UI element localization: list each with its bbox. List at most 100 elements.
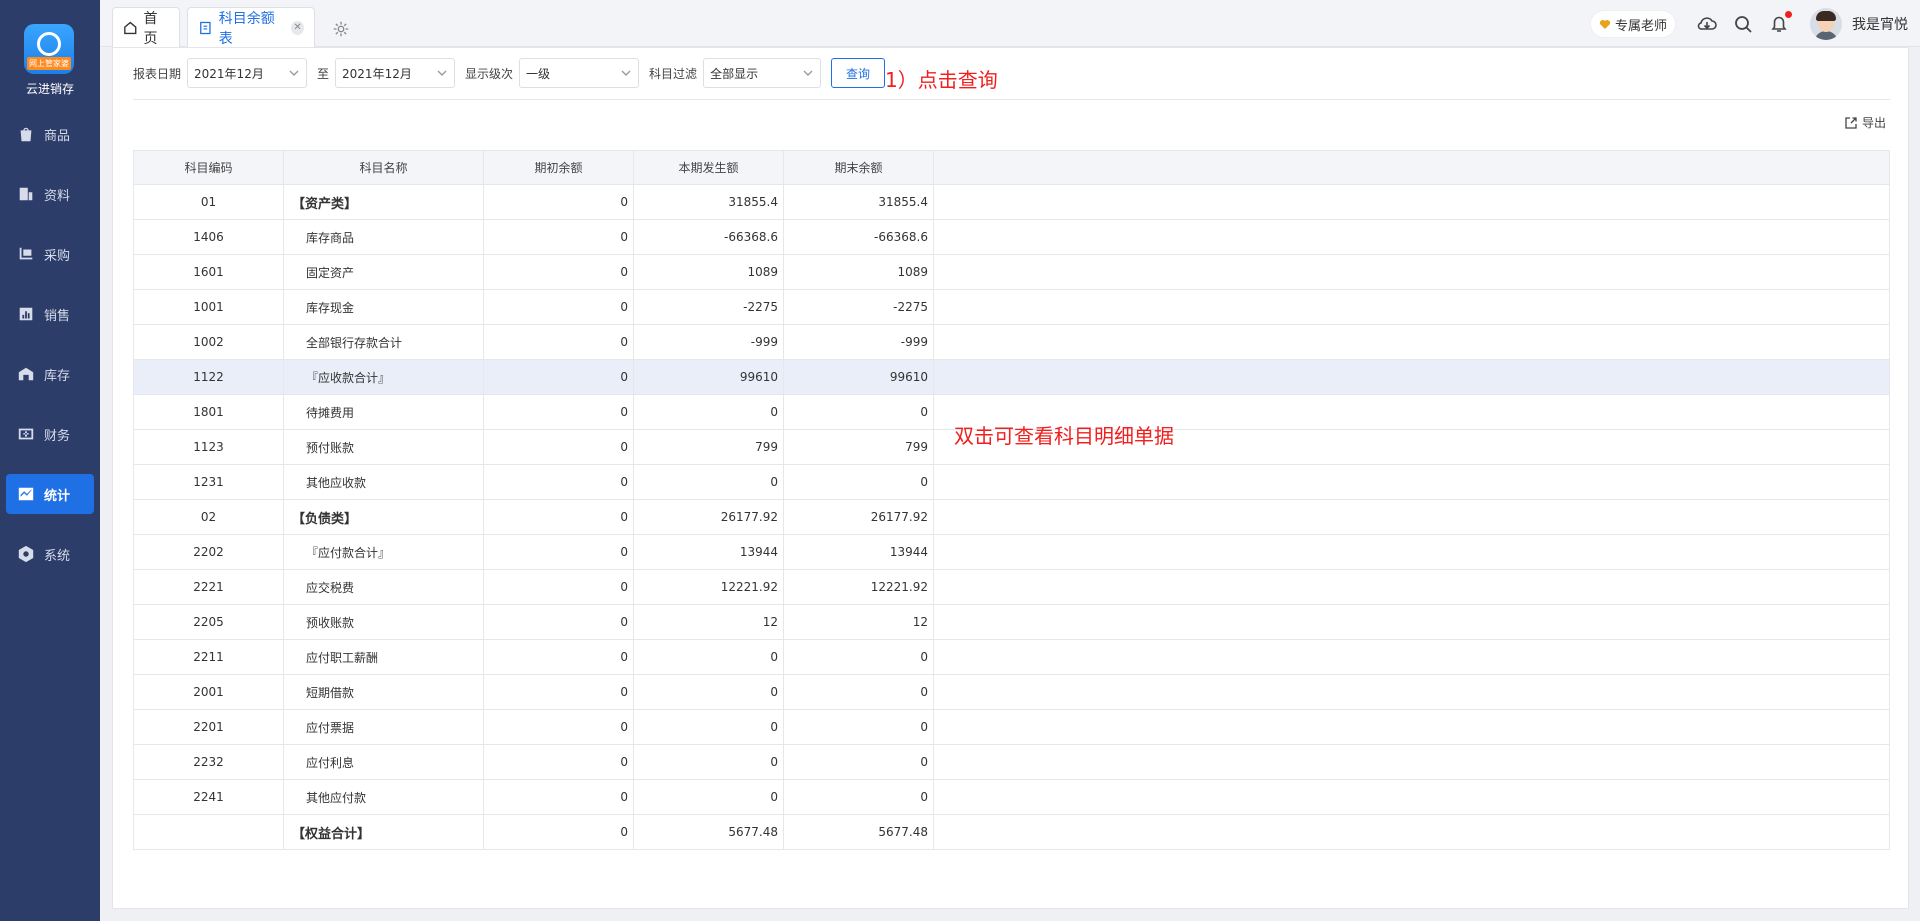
nav-item-finance[interactable]: 财务 <box>6 414 94 454</box>
cell-code: 1406 <box>133 219 284 255</box>
cell-name: 固定资产 <box>283 254 484 290</box>
cell-opening: 0 <box>483 674 634 710</box>
cell-opening: 0 <box>483 254 634 290</box>
cell-closing: 0 <box>783 674 934 710</box>
date-to-select[interactable]: 2021年12月 <box>335 58 456 88</box>
table-row[interactable]: 1122 『应收款合计』 0 99610 99610 <box>133 359 1890 395</box>
header-opening[interactable]: 期初余额 <box>483 150 634 185</box>
main-panel: 报表日期 2021年12月 至 2021年12月 显示级次 一级 科目过滤 全部… <box>112 47 1909 909</box>
table-row[interactable]: 1002 全部银行存款合计 0 -999 -999 <box>133 324 1890 360</box>
username[interactable]: 我是宵悦 <box>1852 14 1908 34</box>
table-row[interactable]: 1406 库存商品 0 -66368.6 -66368.6 <box>133 219 1890 255</box>
cell-closing: 5677.48 <box>783 814 934 850</box>
cell-closing: 0 <box>783 744 934 780</box>
close-icon[interactable]: ✕ <box>291 20 304 35</box>
cell-name: 待摊费用 <box>283 394 484 430</box>
cell-code: 01 <box>133 184 284 220</box>
table-row[interactable]: 02 【负债类】 0 26177.92 26177.92 <box>133 499 1890 535</box>
table-row[interactable]: 2001 短期借款 0 0 0 <box>133 674 1890 710</box>
nav-item-data[interactable]: 资料 <box>6 174 94 214</box>
stats-icon <box>16 484 36 504</box>
cell-change: 0 <box>633 744 784 780</box>
nav-label: 资料 <box>44 188 71 204</box>
tab-account-balance[interactable]: 科目余额表 ✕ <box>187 7 315 47</box>
tab-home[interactable]: 首页 <box>112 7 180 47</box>
chevron-down-icon <box>289 70 299 76</box>
nav-item-purchase[interactable]: 采购 <box>6 234 94 274</box>
cell-change: 31855.4 <box>633 184 784 220</box>
cloud-icon[interactable] <box>1696 13 1718 35</box>
cell-name: 全部银行存款合计 <box>283 324 484 360</box>
cell-spacer <box>933 254 1890 290</box>
chevron-down-icon <box>437 70 447 76</box>
query-button[interactable]: 查询 <box>831 58 886 88</box>
cell-opening: 0 <box>483 429 634 465</box>
cell-name: 『应付款合计』 <box>283 534 484 570</box>
cell-code: 2202 <box>133 534 284 570</box>
gear-icon[interactable] <box>332 20 350 38</box>
nav-label: 库存 <box>44 368 71 384</box>
table-row[interactable]: 2201 应付票据 0 0 0 <box>133 709 1890 745</box>
table-row[interactable]: 2211 应付职工薪酬 0 0 0 <box>133 639 1890 675</box>
nav-item-inventory[interactable]: 库存 <box>6 354 94 394</box>
table-row[interactable]: 1231 其他应收款 0 0 0 <box>133 464 1890 500</box>
header-code[interactable]: 科目编码 <box>133 150 284 185</box>
teacher-button[interactable]: 专属老师 <box>1589 10 1676 38</box>
cell-name: 应付职工薪酬 <box>283 639 484 675</box>
cell-opening: 0 <box>483 394 634 430</box>
cell-opening: 0 <box>483 709 634 745</box>
cell-spacer <box>933 709 1890 745</box>
cell-closing: 13944 <box>783 534 934 570</box>
nav-item-system[interactable]: 系统 <box>6 534 94 574</box>
cell-code: 2211 <box>133 639 284 675</box>
cell-change: 12 <box>633 604 784 640</box>
cell-spacer <box>933 779 1890 815</box>
table-row[interactable]: 2202 『应付款合计』 0 13944 13944 <box>133 534 1890 570</box>
cell-spacer <box>933 184 1890 220</box>
nav-label: 商品 <box>44 128 71 144</box>
cell-spacer <box>933 744 1890 780</box>
cell-spacer <box>933 359 1890 395</box>
table-row[interactable]: 【权益合计】 0 5677.48 5677.48 <box>133 814 1890 850</box>
cell-spacer <box>933 569 1890 605</box>
cell-name: 应付票据 <box>283 709 484 745</box>
app-logo[interactable]: 网上管家婆 <box>24 24 74 74</box>
level-select[interactable]: 一级 <box>519 58 640 88</box>
finance-icon <box>16 424 36 444</box>
cell-closing: 31855.4 <box>783 184 934 220</box>
table-row[interactable]: 1601 固定资产 0 1089 1089 <box>133 254 1890 290</box>
nav-item-statistics[interactable]: 统计 <box>6 474 94 514</box>
cell-opening: 0 <box>483 184 634 220</box>
logo-ribbon: 网上管家婆 <box>27 57 71 70</box>
brand-name: 云进销存 <box>25 82 74 96</box>
table-row[interactable]: 2232 应付利息 0 0 0 <box>133 744 1890 780</box>
cell-code: 2201 <box>133 709 284 745</box>
table-row[interactable]: 01 【资产类】 0 31855.4 31855.4 <box>133 184 1890 220</box>
tab-label: 首页 <box>143 10 158 47</box>
cell-opening: 0 <box>483 499 634 535</box>
header-closing[interactable]: 期末余额 <box>783 150 934 185</box>
cell-closing: 1089 <box>783 254 934 290</box>
nav-item-goods[interactable]: 商品 <box>6 114 94 154</box>
date-from-select[interactable]: 2021年12月 <box>187 58 308 88</box>
table-row[interactable]: 2205 预收账款 0 12 12 <box>133 604 1890 640</box>
account-filter-select[interactable]: 全部显示 <box>703 58 822 88</box>
cell-closing: 99610 <box>783 359 934 395</box>
hexagon-icon <box>16 544 36 564</box>
avatar[interactable] <box>1810 8 1842 40</box>
cell-change: 99610 <box>633 359 784 395</box>
table-row[interactable]: 2241 其他应付款 0 0 0 <box>133 779 1890 815</box>
export-button[interactable]: 导出 <box>1844 114 1886 131</box>
header-change[interactable]: 本期发生额 <box>633 150 784 185</box>
header-name[interactable]: 科目名称 <box>283 150 484 185</box>
search-icon[interactable] <box>1732 13 1754 35</box>
notification-dot <box>1785 11 1792 18</box>
table-row[interactable]: 1001 库存现金 0 -2275 -2275 <box>133 289 1890 325</box>
nav-item-sales[interactable]: 销售 <box>6 294 94 334</box>
table-row[interactable]: 2221 应交税费 0 12221.92 12221.92 <box>133 569 1890 605</box>
cell-name: 【权益合计】 <box>283 814 484 850</box>
bag-icon <box>16 124 36 144</box>
bell-icon[interactable] <box>1768 11 1792 35</box>
cell-closing: 799 <box>783 429 934 465</box>
cell-spacer <box>933 604 1890 640</box>
